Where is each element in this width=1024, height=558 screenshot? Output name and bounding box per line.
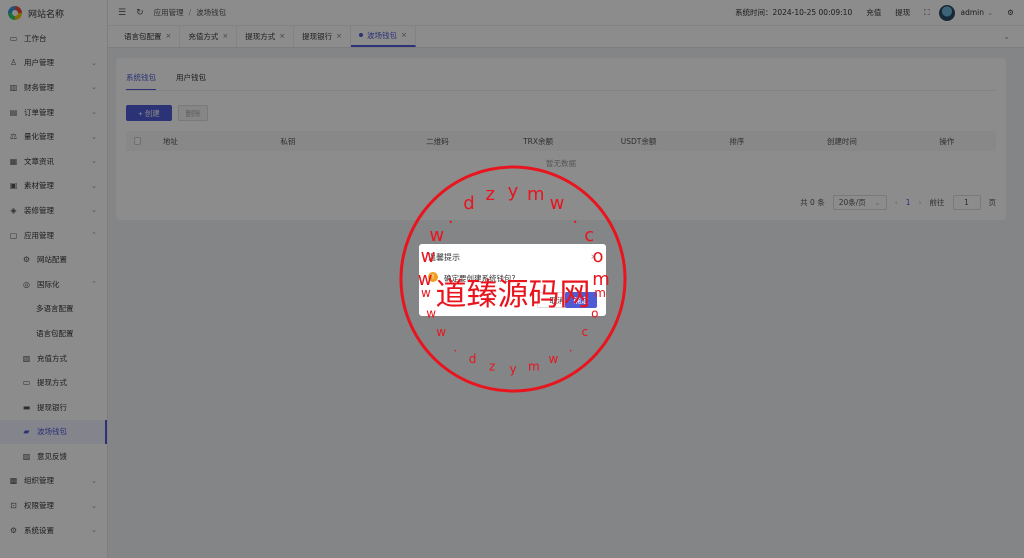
confirm-dialog: 温馨提示 × ! 确定要创建系统钱包? 取消 确定 (419, 244, 606, 316)
dialog-message: 确定要创建系统钱包? (444, 274, 516, 283)
confirm-button[interactable]: 确定 (565, 292, 597, 308)
close-icon[interactable]: × (590, 252, 597, 261)
warning-icon: ! (428, 272, 438, 282)
dialog-title: 温馨提示 (428, 253, 460, 262)
